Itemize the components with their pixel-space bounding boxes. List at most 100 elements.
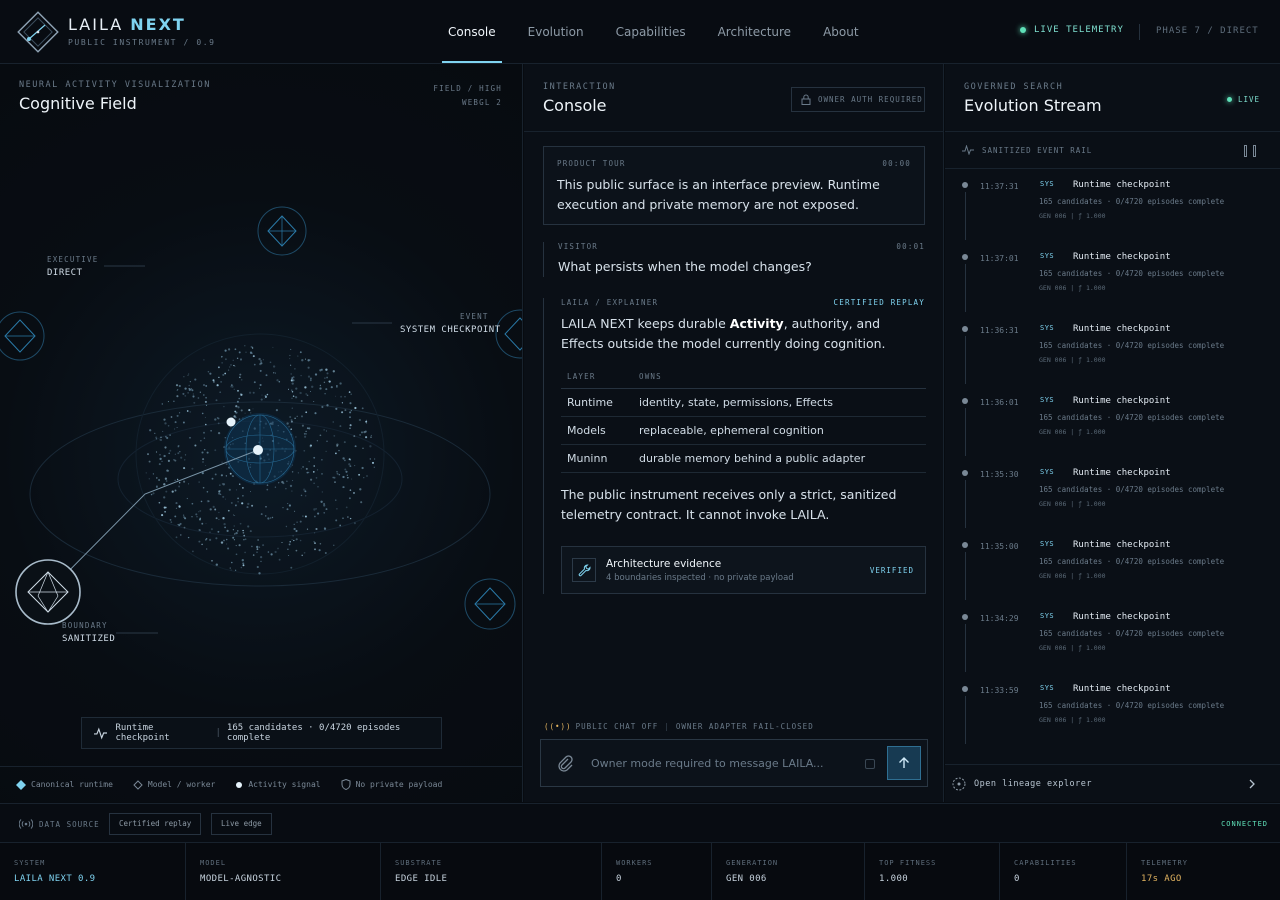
activity-particle [304,515,307,518]
activity-particle [238,483,241,485]
satellite-node-left[interactable] [0,311,45,361]
activity-particle [290,566,293,569]
boundary-node[interactable] [15,559,81,625]
activity-particle [247,502,250,506]
open-lineage-explorer-button[interactable]: Open lineage explorer [945,764,1280,802]
activity-particle [304,490,307,493]
activity-particle [292,535,294,537]
event-generation: GEN 006 | ƒ 1.000 [1039,644,1106,652]
legend-canonical-runtime: Canonical runtime [16,779,113,790]
activity-particle [294,396,298,399]
activity-particle [258,387,261,389]
activity-particle [225,475,227,477]
activity-particle [345,470,348,473]
activity-particle [247,525,250,528]
nav-evolution[interactable]: Evolution [512,0,600,64]
activity-particle [205,539,207,541]
reply-label: LAILA / EXPLAINER [561,298,659,307]
event-time: 11:35:30 [980,470,1019,479]
field-mode-renderer: WEBGL 2 [461,98,502,107]
owner-auth-badge[interactable]: OWNER AUTH REQUIRED [791,87,925,112]
activity-particle [242,495,244,497]
activity-particle [198,481,200,483]
nav-console[interactable]: Console [432,0,512,64]
activity-particle [335,452,337,455]
activity-particle [201,412,204,415]
activity-particle [296,415,298,417]
activity-particle [324,392,326,395]
legend-label: Canonical runtime [31,780,113,789]
activity-particle [373,466,375,468]
list-item[interactable]: 11:37:01 SYS Runtime checkpoint 165 cand… [945,242,1280,314]
activity-particle [299,391,302,395]
list-item[interactable]: 11:35:00 SYS Runtime checkpoint 165 cand… [945,530,1280,602]
certified-replay-button[interactable]: Certified replay [109,813,202,835]
satellite-node-bottom-right[interactable] [464,578,516,630]
timeline-line [964,552,966,600]
message-input[interactable] [591,753,851,773]
nav-about[interactable]: About [807,0,874,64]
activity-particle [287,503,289,505]
list-item[interactable]: 11:36:01 SYS Runtime checkpoint 165 cand… [945,386,1280,458]
activity-particle [205,464,207,467]
lineage-label: Open lineage explorer [974,778,1092,789]
activity-particle [295,387,298,390]
event-kicker: EVENT [460,312,489,321]
activity-particle [290,348,292,350]
activity-particle [305,430,307,432]
event-title: Runtime checkpoint [1073,468,1171,478]
live-edge-button[interactable]: Live edge [211,813,272,835]
activity-particle [233,525,235,527]
send-button[interactable] [887,746,921,780]
activity-particle [218,490,221,493]
satellite-node-top[interactable] [257,206,307,256]
neural-field-visualization[interactable] [0,64,523,802]
activity-particle [177,389,179,391]
list-item[interactable]: 11:36:31 SYS Runtime checkpoint 165 cand… [945,314,1280,386]
activity-particle [182,392,185,395]
activity-particle [188,387,190,390]
activity-particle [275,409,278,412]
activity-particle [175,384,179,387]
activity-particle [270,517,272,519]
activity-particle [314,412,317,415]
activity-particle [266,488,269,491]
brand-primary: LAILA [68,15,124,34]
list-item[interactable]: 11:34:29 SYS Runtime checkpoint 165 cand… [945,602,1280,674]
activity-particle [252,554,255,556]
list-item[interactable]: 11:33:59 SYS Runtime checkpoint 165 cand… [945,674,1280,746]
activity-particle [152,473,155,475]
status-label: SUBSTRATE [395,859,442,867]
activity-particle [319,387,322,390]
laila-logo-icon[interactable] [14,8,62,56]
activity-particle [199,517,202,520]
activity-particle [350,410,352,412]
composer-checkbox[interactable] [865,759,875,769]
list-item[interactable]: 11:37:31 SYS Runtime checkpoint 165 cand… [945,170,1280,242]
event-generation: GEN 006 | ƒ 1.000 [1039,212,1106,220]
activity-particle [238,544,241,547]
activity-particle [336,445,338,447]
activity-particle [209,531,211,533]
activity-particle [173,458,175,461]
visitor-time: 00:01 [896,242,925,251]
activity-particle [363,430,366,434]
nav-capabilities[interactable]: Capabilities [600,0,702,64]
activity-particle [299,351,302,354]
activity-particle [215,399,218,402]
activity-particle [176,478,179,481]
nav-architecture[interactable]: Architecture [702,0,807,64]
data-source-text: DATA SOURCE [39,819,100,829]
event-tag: SYS [1040,180,1055,188]
status-label: WORKERS [616,859,653,867]
architecture-evidence-card[interactable]: Architecture evidence 4 boundaries inspe… [561,546,926,594]
event-detail: 165 candidates · 0/4720 episodes complet… [1039,197,1225,206]
paperclip-icon[interactable] [555,753,575,773]
activity-particle [313,508,316,511]
activity-particle [304,435,307,438]
activity-particle [292,395,295,397]
pause-icon[interactable] [1244,145,1256,157]
list-item[interactable]: 11:35:30 SYS Runtime checkpoint 165 cand… [945,458,1280,530]
activity-particle [179,450,181,453]
activity-particle [325,430,328,432]
